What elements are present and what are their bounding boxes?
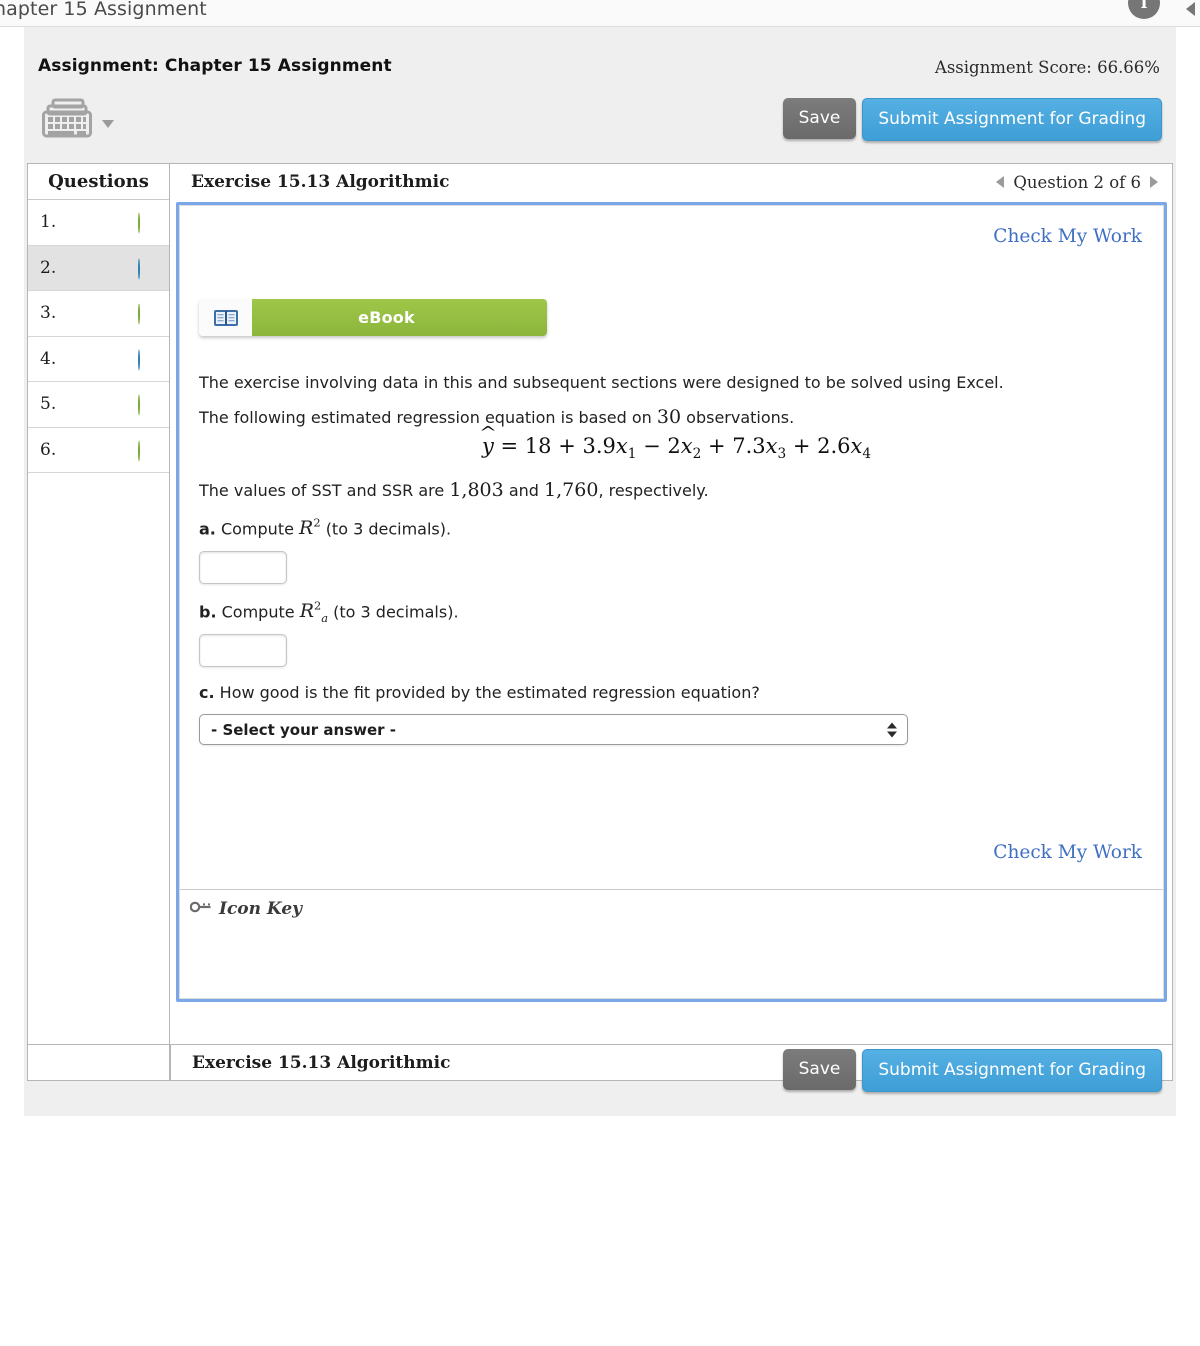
sst-ssr-mid: and [508, 481, 539, 500]
part-a-text-post: (to 3 decimals). [325, 519, 452, 539]
top-action-buttons: Save Submit Assignment for Grading [782, 98, 1162, 141]
question-number-label: 5. [40, 394, 57, 415]
part-b-prompt: b. Compute R2a (to 3 decimals). [199, 599, 459, 626]
footer-exercise-title: Exercise 15.13 Algorithmic [192, 1052, 451, 1073]
corner-arrow-icon[interactable] [1186, 2, 1195, 16]
icon-key-label: Icon Key [219, 899, 303, 919]
footer-save-button[interactable]: Save [782, 1049, 857, 1090]
key-icon [189, 899, 212, 919]
exercise-title: Exercise 15.13 Algorithmic [191, 172, 450, 192]
question-content-focus-region: Check My Work eBook The exercise involvi… [176, 202, 1167, 1002]
eq-b3: 7.3 [732, 434, 766, 458]
ebook-button[interactable]: eBook [199, 299, 547, 336]
part-a-text-pre: Compute [220, 519, 294, 539]
icon-key-divider [180, 889, 1163, 890]
observations-suffix: observations. [686, 408, 795, 427]
browser-tab-title: hapter 15 Assignment [0, 0, 207, 20]
sidebar-item-question-6[interactable]: 6. [28, 427, 169, 473]
eq-b2: 2 [667, 434, 681, 458]
browser-top-strip: hapter 15 Assignment [0, 0, 1200, 27]
status-icon-complete [138, 440, 155, 462]
sidebar-item-question-3[interactable]: 3. [28, 291, 169, 337]
question-navigation: Question 2 of 6 [996, 173, 1158, 192]
part-c-letter: c. [199, 683, 215, 702]
ebook-label: eBook [252, 299, 547, 336]
part-a-letter: a. [199, 519, 216, 539]
sst-ssr-suffix: , respectively. [598, 481, 709, 500]
footer-sidebar-stub [27, 1045, 170, 1081]
sidebar-item-question-4[interactable]: 4. [28, 336, 169, 382]
part-b-letter: b. [199, 602, 217, 622]
page-title: Assignment: Chapter 15 Assignment [38, 56, 392, 76]
questions-header: Questions [28, 164, 169, 200]
sidebar-item-question-2[interactable]: 2. [28, 245, 169, 291]
part-a-answer-input[interactable] [199, 551, 287, 584]
part-b-text-post: (to 3 decimals). [333, 602, 459, 622]
chevron-down-icon[interactable] [102, 120, 114, 128]
regression-equation: y = 18 + 3.9x1 − 2x2 + 7.3x3 + 2.6x4 [180, 434, 1163, 462]
question-number-label: 4. [40, 348, 57, 369]
part-b-answer-input[interactable] [199, 634, 287, 667]
icon-key-link[interactable]: Icon Key [189, 899, 303, 919]
save-button[interactable]: Save [782, 98, 857, 139]
page-root: hapter 15 Assignment i Assignment: Chapt… [0, 0, 1200, 1346]
intro-text: The exercise involving data in this and … [199, 373, 1004, 392]
part-c-answer-select[interactable]: - Select your answer - [199, 714, 908, 745]
eq-b4: 2.6 [817, 434, 851, 458]
previous-question-icon[interactable] [996, 176, 1005, 188]
eq-intercept: 18 [524, 434, 552, 458]
question-number-label: 2. [40, 257, 57, 278]
part-c-select-wrapper: - Select your answer - [199, 714, 908, 745]
part-a-prompt: a. Compute R2 (to 3 decimals). [199, 516, 451, 541]
part-b-text-pre: Compute [221, 602, 295, 622]
status-icon-complete [138, 303, 155, 325]
check-my-work-link-bottom[interactable]: Check My Work [993, 842, 1142, 863]
book-icon [199, 299, 252, 336]
status-icon-current [138, 349, 155, 371]
question-number-label: 1. [40, 212, 57, 233]
submit-assignment-button[interactable]: Submit Assignment for Grading [862, 98, 1162, 141]
keyboard-icon[interactable] [40, 97, 118, 143]
sst-value: 1,803 [449, 479, 504, 501]
question-counter-label: Question 2 of 6 [1013, 172, 1141, 192]
part-b-symbol: R2a [299, 599, 329, 626]
assignment-score: Assignment Score: 66.66% [934, 58, 1160, 77]
part-a-symbol: R2 [299, 516, 321, 540]
bottom-action-buttons: Save Submit Assignment for Grading [782, 1049, 1162, 1092]
sidebar-item-question-1[interactable]: 1. [28, 200, 169, 246]
footer-submit-assignment-button[interactable]: Submit Assignment for Grading [862, 1049, 1162, 1092]
sst-ssr-prefix: The values of SST and SSR are [199, 481, 445, 500]
observations-count: 30 [656, 406, 682, 428]
questions-sidebar: Questions 1. 2. 3. 4. 5. 6. [27, 163, 170, 1045]
part-c-text: How good is the fit provided by the esti… [219, 683, 760, 702]
exercise-panel: Exercise 15.13 Algorithmic Question 2 of… [170, 163, 1173, 1045]
next-question-icon[interactable] [1150, 176, 1158, 188]
assignment-app: Assignment: Chapter 15 Assignment Assign… [24, 27, 1176, 1116]
question-number-label: 3. [40, 303, 57, 324]
eq-b1: 3.9 [582, 434, 616, 458]
status-icon-complete [138, 394, 155, 416]
status-icon-current [138, 258, 155, 280]
question-content: Check My Work eBook The exercise involvi… [179, 205, 1164, 999]
sst-ssr-text: The values of SST and SSR are 1,803 and … [199, 478, 709, 503]
sidebar-item-question-5[interactable]: 5. [28, 382, 169, 428]
exercise-header: Exercise 15.13 Algorithmic Question 2 of… [170, 164, 1172, 200]
status-icon-complete [138, 212, 155, 234]
assignment-body: Questions 1. 2. 3. 4. 5. 6. Exercise 15.… [27, 163, 1173, 1081]
ssr-value: 1,760 [544, 479, 599, 501]
observations-prefix: The following estimated regression equat… [199, 408, 652, 427]
check-my-work-link-top[interactable]: Check My Work [993, 226, 1142, 247]
question-number-label: 6. [40, 439, 57, 460]
part-c-prompt: c. How good is the fit provided by the e… [199, 683, 760, 704]
